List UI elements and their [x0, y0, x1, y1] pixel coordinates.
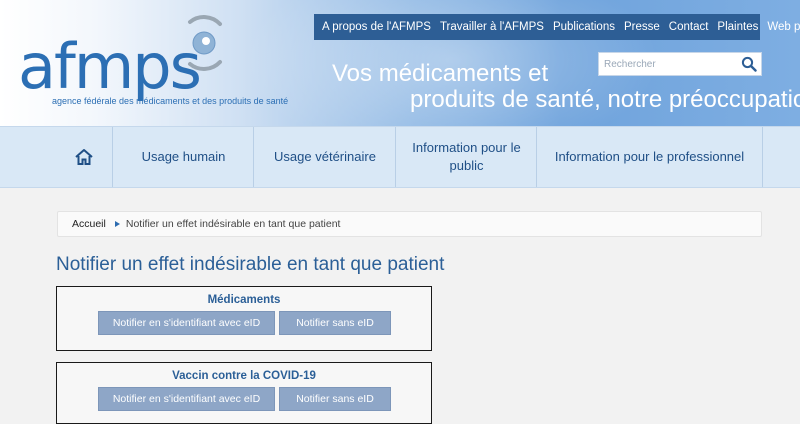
section-title: Vaccin contre la COVID-19 — [172, 370, 316, 382]
nav-home[interactable] — [56, 127, 112, 187]
breadcrumb: Accueil Notifier un effet indésirable en… — [57, 211, 762, 237]
search-icon[interactable] — [741, 56, 757, 72]
top-link-complaints[interactable]: Plaintes — [708, 21, 758, 33]
breadcrumb-home[interactable]: Accueil — [72, 218, 106, 230]
top-link-about[interactable]: A propos de l'AFMPS — [314, 21, 431, 33]
logo-subtitle: agence fédérale des médicaments et des p… — [52, 96, 289, 106]
report-without-eid-button[interactable]: Notifier sans eID — [279, 311, 391, 335]
page-title: Notifier un effet indésirable en tant qu… — [56, 254, 445, 275]
section-medicines: Médicaments Notifier en s'identifiant av… — [56, 286, 432, 351]
main-nav: Usage humain Usage vétérinaire Informati… — [0, 126, 800, 188]
nav-public-info-label: Information pour le public — [412, 140, 521, 173]
logo-wordmark: afmps — [18, 30, 202, 103]
report-with-eid-button[interactable]: Notifier en s'identifiant avec eID — [98, 311, 275, 335]
home-icon — [75, 149, 93, 165]
top-link-contact[interactable]: Contact — [660, 21, 709, 33]
breadcrumb-separator-icon — [114, 221, 120, 227]
nav-human-use[interactable]: Usage humain — [112, 127, 254, 187]
top-link-careers[interactable]: Travailler à l'AFMPS — [431, 21, 544, 33]
top-utility-nav: A propos de l'AFMPS Travailler à l'AFMPS… — [314, 14, 800, 40]
top-link-web-portal[interactable]: Web portail — [758, 21, 800, 33]
breadcrumb-current: Notifier un effet indésirable en tant qu… — [125, 218, 341, 230]
site-header: afmps agence fédérale des médicaments et… — [0, 0, 800, 126]
report-with-eid-button[interactable]: Notifier en s'identifiant avec eID — [98, 387, 275, 411]
tagline-line-1: Vos médicaments et — [332, 60, 549, 87]
afmps-logo[interactable]: afmps agence fédérale des médicaments et… — [14, 14, 288, 114]
web-portal-label: Web portail — [767, 21, 800, 33]
nav-public-info[interactable]: Information pour le public — [395, 127, 537, 187]
report-without-eid-button[interactable]: Notifier sans eID — [279, 387, 391, 411]
top-link-publications[interactable]: Publications — [544, 21, 615, 33]
nav-professional-info[interactable]: Information pour le professionnel — [536, 127, 763, 187]
logo-eye-icon — [188, 15, 222, 71]
section-title: Médicaments — [207, 294, 281, 306]
search-box — [598, 52, 762, 76]
search-input[interactable] — [599, 53, 738, 75]
nav-veterinary-use[interactable]: Usage vétérinaire — [253, 127, 396, 187]
section-covid-vaccine: Vaccin contre la COVID-19 Notifier en s'… — [56, 362, 432, 424]
top-link-press[interactable]: Presse — [615, 21, 660, 33]
tagline-line-2: produits de santé, notre préoccupation — [410, 86, 800, 113]
